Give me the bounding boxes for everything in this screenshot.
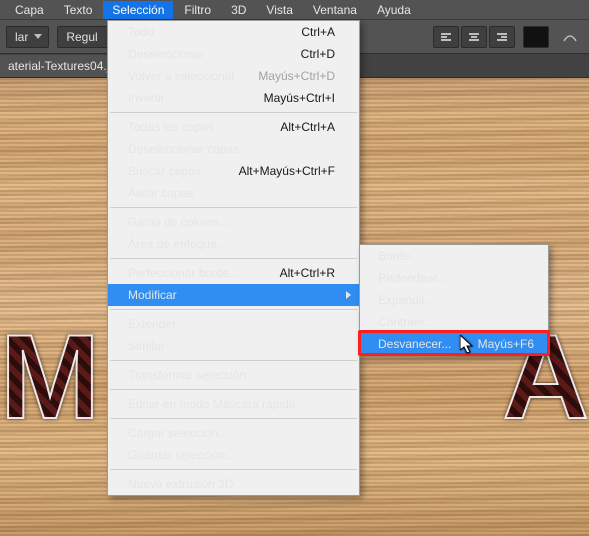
menu-item[interactable]: TodoCtrl+A bbox=[108, 21, 359, 43]
menu-item-label: Modificar bbox=[128, 288, 335, 302]
menu-vista[interactable]: Vista bbox=[257, 1, 301, 19]
menu-item-label: Todas las capas bbox=[128, 120, 280, 134]
menu-item[interactable]: Transformar selección bbox=[108, 364, 359, 386]
menu-item[interactable]: Perfeccionar borde...Alt+Ctrl+R bbox=[108, 262, 359, 284]
submenu-item[interactable]: Expandir... bbox=[360, 289, 548, 311]
seleccion-menu: TodoCtrl+ADeseleccionarCtrl+DVolver a se… bbox=[107, 20, 360, 496]
menu-item-shortcut: Alt+Mayús+Ctrl+F bbox=[239, 164, 335, 178]
menu-item-label: Buscar capas bbox=[128, 164, 239, 178]
menu-item[interactable]: Todas las capasAlt+Ctrl+A bbox=[108, 116, 359, 138]
menu-item[interactable]: Guardar selección... bbox=[108, 444, 359, 466]
menu-item-shortcut: Alt+Ctrl+A bbox=[280, 120, 335, 134]
menu-item-shortcut: Ctrl+A bbox=[301, 25, 335, 39]
dropdown-caret-icon bbox=[34, 34, 42, 39]
menu-item[interactable]: Cargar selección... bbox=[108, 422, 359, 444]
menu-item-label: Transformar selección bbox=[128, 368, 335, 382]
menu-item[interactable]: Modificar bbox=[108, 284, 359, 306]
submenu-item[interactable]: Redondear... bbox=[360, 267, 548, 289]
menu-item[interactable]: Aislar capas bbox=[108, 182, 359, 204]
submenu-item-label: Desvanecer... bbox=[378, 337, 478, 351]
menu-seleccion[interactable]: Selección bbox=[103, 1, 173, 19]
menu-item[interactable]: Similar bbox=[108, 335, 359, 357]
menu-item-label: Extender bbox=[128, 317, 335, 331]
submenu-item-label: Contraer... bbox=[378, 315, 534, 329]
menu-item[interactable]: InvertirMayús+Ctrl+I bbox=[108, 87, 359, 109]
align-center-icon bbox=[469, 33, 479, 41]
menu-separator bbox=[110, 418, 357, 419]
font-weight-value: Regul bbox=[66, 30, 97, 44]
menu-item-label: Aislar capas bbox=[128, 186, 335, 200]
warp-text-icon bbox=[562, 29, 578, 45]
font-style-value: lar bbox=[15, 30, 28, 44]
warp-text-button[interactable] bbox=[557, 26, 583, 48]
align-left-icon bbox=[441, 33, 451, 41]
menu-separator bbox=[110, 360, 357, 361]
submenu-item-label: Expandir... bbox=[378, 293, 534, 307]
menu-item-shortcut: Alt+Ctrl+R bbox=[280, 266, 335, 280]
menu-item-label: Guardar selección... bbox=[128, 448, 335, 462]
align-center-button[interactable] bbox=[461, 26, 487, 48]
menu-item-shortcut: Mayús+Ctrl+I bbox=[264, 91, 335, 105]
submenu-item[interactable]: Contraer... bbox=[360, 311, 548, 333]
menu-item[interactable]: Extender bbox=[108, 313, 359, 335]
align-group bbox=[433, 26, 515, 48]
menu-item-label: Volver a seleccionar bbox=[128, 69, 258, 83]
menu-item[interactable]: Deseleccionar capas bbox=[108, 138, 359, 160]
submenu-arrow-icon bbox=[346, 291, 351, 299]
align-left-button[interactable] bbox=[433, 26, 459, 48]
menu-capa[interactable]: Capa bbox=[6, 1, 53, 19]
menu-item[interactable]: DeseleccionarCtrl+D bbox=[108, 43, 359, 65]
menu-item[interactable]: Gama de colores... bbox=[108, 211, 359, 233]
menu-item-shortcut: Ctrl+D bbox=[301, 47, 335, 61]
menu-separator bbox=[110, 258, 357, 259]
color-swatch[interactable] bbox=[523, 26, 549, 48]
submenu-item-shortcut: Mayús+F6 bbox=[478, 337, 534, 351]
submenu-item-label: Redondear... bbox=[378, 271, 534, 285]
menu-ayuda[interactable]: Ayuda bbox=[368, 1, 420, 19]
menu-item-label: Nueva extrusión 3D bbox=[128, 477, 335, 491]
submenu-item-label: Borde... bbox=[378, 249, 534, 263]
document-tab-label: aterial-Textures04.jp bbox=[8, 59, 116, 73]
menu-item[interactable]: Área de enfoque... bbox=[108, 233, 359, 255]
menu-separator bbox=[110, 112, 357, 113]
modificar-submenu: Borde... Redondear... Expandir... Contraer.… bbox=[359, 244, 549, 356]
menu-item-shortcut: Mayús+Ctrl+D bbox=[258, 69, 335, 83]
menu-item-label: Similar bbox=[128, 339, 335, 353]
menu-item-label: Gama de colores... bbox=[128, 215, 335, 229]
menu-separator bbox=[110, 469, 357, 470]
menu-separator bbox=[110, 207, 357, 208]
menu-item-label: Invertir bbox=[128, 91, 264, 105]
menu-item-label: Deseleccionar bbox=[128, 47, 301, 61]
submenu-item[interactable]: Desvanecer...Mayús+F6 bbox=[360, 333, 548, 355]
menu-separator bbox=[110, 309, 357, 310]
menu-item-label: Cargar selección... bbox=[128, 426, 335, 440]
menu-item-label: Deseleccionar capas bbox=[128, 142, 335, 156]
menu-item: Volver a seleccionarMayús+Ctrl+D bbox=[108, 65, 359, 87]
align-right-icon bbox=[497, 33, 507, 41]
selection-letter: M bbox=[0, 308, 94, 446]
menu-item[interactable]: Buscar capasAlt+Mayús+Ctrl+F bbox=[108, 160, 359, 182]
menu-item[interactable]: Nueva extrusión 3D bbox=[108, 473, 359, 495]
menu-item-label: Área de enfoque... bbox=[128, 237, 335, 251]
menu-item-label: Todo bbox=[128, 25, 301, 39]
menu-ventana[interactable]: Ventana bbox=[304, 1, 366, 19]
menu-texto[interactable]: Texto bbox=[55, 1, 102, 19]
menu-filtro[interactable]: Filtro bbox=[175, 1, 220, 19]
menu-separator bbox=[110, 389, 357, 390]
font-style-combo[interactable]: lar bbox=[6, 26, 49, 48]
menu-3d[interactable]: 3D bbox=[222, 1, 255, 19]
menu-item-label: Editar en modo Máscara rápida bbox=[128, 397, 335, 411]
submenu-item[interactable]: Borde... bbox=[360, 245, 548, 267]
menu-item-label: Perfeccionar borde... bbox=[128, 266, 280, 280]
menu-item[interactable]: Editar en modo Máscara rápida bbox=[108, 393, 359, 415]
menubar: Capa Texto Selección Filtro 3D Vista Ven… bbox=[0, 0, 589, 20]
align-right-button[interactable] bbox=[489, 26, 515, 48]
